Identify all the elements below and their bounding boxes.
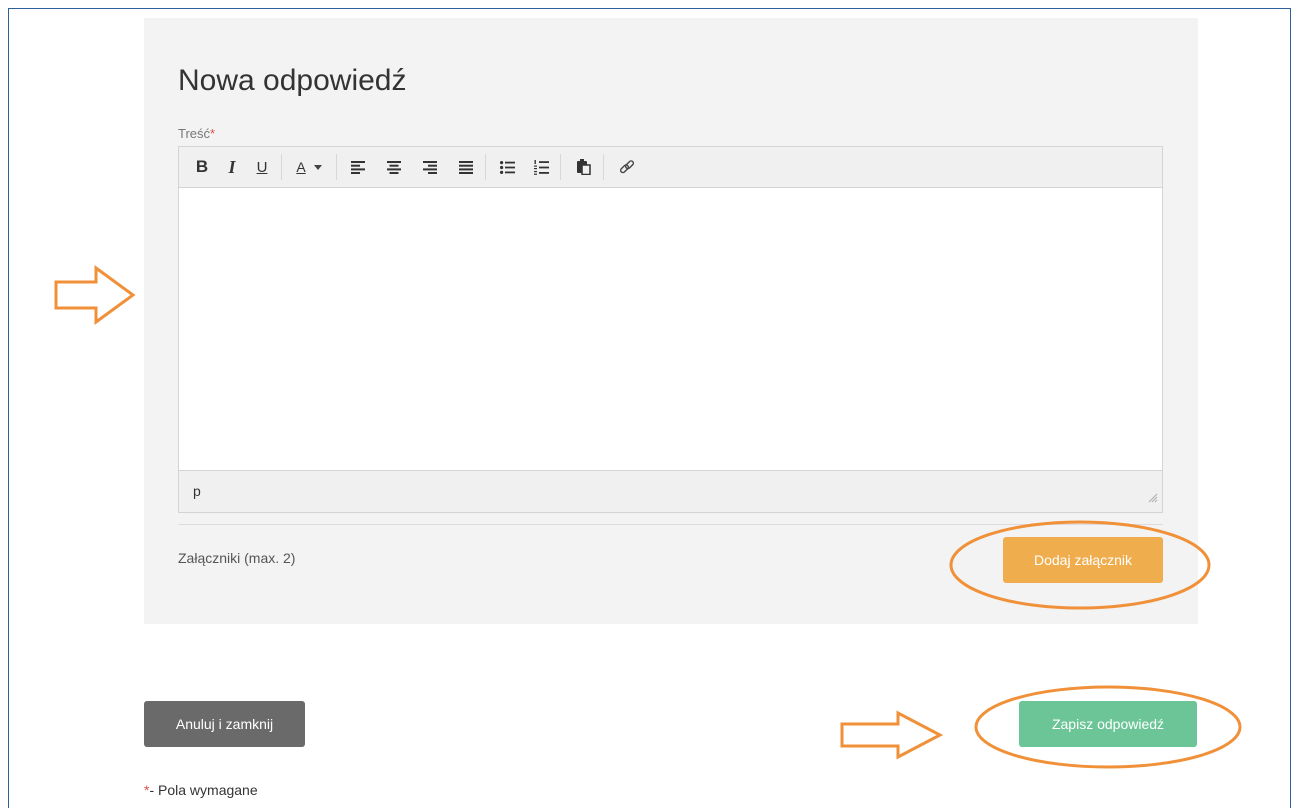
numbered-list-icon (533, 159, 549, 175)
attachments-label: Załączniki (max. 2) (178, 550, 296, 566)
link-icon (619, 160, 635, 174)
bullet-list-icon (499, 160, 515, 174)
editor-statusbar: p (179, 470, 1162, 512)
paste-icon (577, 159, 591, 175)
add-attachment-button[interactable]: Dodaj załącznik (1003, 537, 1163, 583)
align-justify-button[interactable] (451, 152, 481, 182)
required-marker: * (210, 126, 216, 141)
underline-button[interactable]: U (247, 152, 277, 182)
content-label-text: Treść (178, 126, 211, 141)
italic-icon: I (228, 156, 236, 177)
required-fields-note: *- Pola wymagane (144, 782, 258, 798)
toolbar-separator (560, 154, 561, 180)
toolbar-separator (603, 154, 604, 180)
toolbar-separator (281, 154, 282, 180)
italic-button[interactable]: I (217, 152, 247, 182)
content-field-label: Treść* (178, 126, 215, 141)
resize-handle-icon[interactable] (1148, 490, 1158, 508)
save-reply-button[interactable]: Zapisz odpowiedź (1019, 701, 1197, 747)
align-right-button[interactable] (415, 152, 445, 182)
section-divider (178, 524, 1163, 525)
chevron-down-icon (313, 164, 322, 170)
text-color-button[interactable]: A (286, 152, 332, 182)
paste-button[interactable] (569, 152, 599, 182)
align-center-button[interactable] (379, 152, 409, 182)
align-left-button[interactable] (343, 152, 373, 182)
editor-content-area[interactable] (179, 188, 1162, 470)
editor-toolbar: B I U A (179, 147, 1162, 188)
rich-text-editor: B I U A p (178, 146, 1163, 513)
bullet-list-button[interactable] (492, 152, 522, 182)
element-path[interactable]: p (193, 483, 201, 499)
link-button[interactable] (612, 152, 642, 182)
page-title: Nowa odpowiedź (178, 64, 407, 97)
required-note-text: - Pola wymagane (149, 782, 258, 798)
bold-icon: B (195, 157, 209, 176)
align-left-icon (351, 160, 365, 174)
cancel-and-close-button[interactable]: Anuluj i zamknij (144, 701, 305, 747)
underline-icon: U (256, 158, 268, 176)
align-center-icon (387, 160, 401, 174)
bold-button[interactable]: B (187, 152, 217, 182)
toolbar-separator (485, 154, 486, 180)
toolbar-separator (336, 154, 337, 180)
numbered-list-button[interactable] (526, 152, 556, 182)
text-color-icon: A (296, 159, 306, 175)
align-right-icon (423, 160, 437, 174)
align-justify-icon (459, 160, 473, 174)
